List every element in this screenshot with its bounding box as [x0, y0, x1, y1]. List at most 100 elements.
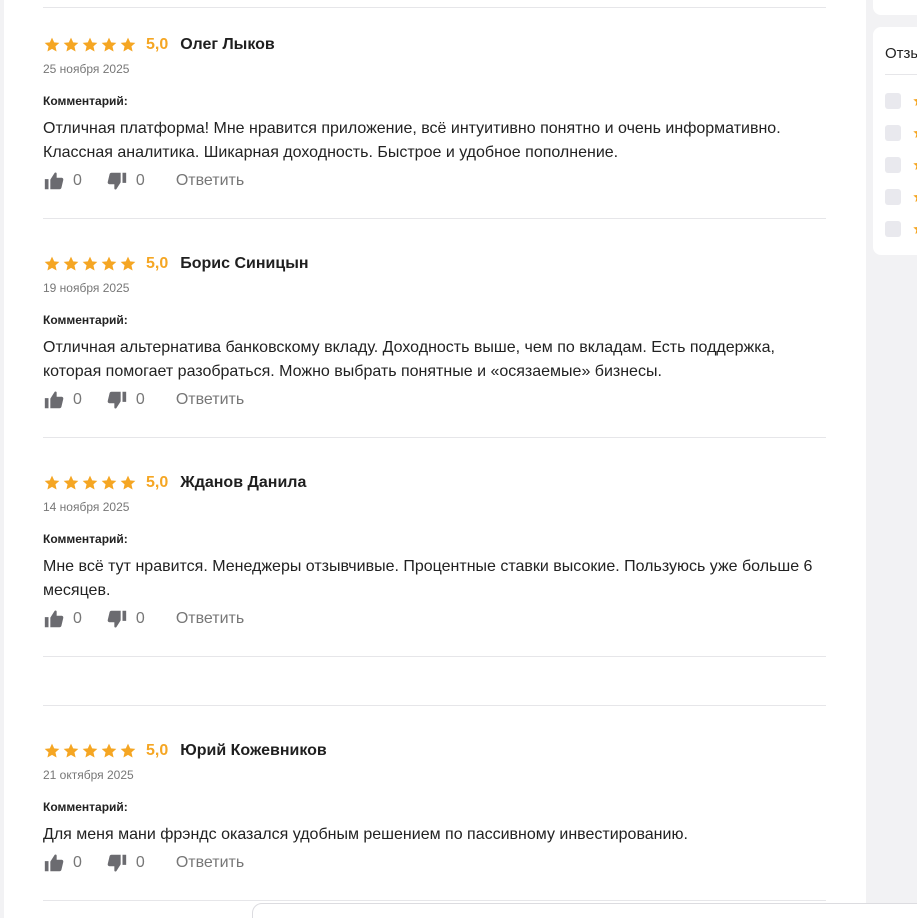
thumbs-down-icon [107, 391, 127, 409]
thumbs-up-icon [44, 391, 64, 409]
filter-row[interactable] [885, 157, 917, 173]
like-button[interactable]: 0 [43, 608, 82, 630]
dislike-count: 0 [135, 610, 145, 627]
star-icon [120, 743, 136, 758]
filter-row[interactable] [885, 93, 917, 109]
dislike-button[interactable]: 0 [106, 170, 145, 192]
reply-link[interactable]: Ответить [176, 854, 244, 872]
rating-filter-panel: Отзы [873, 27, 917, 255]
filter-checkbox[interactable] [885, 93, 901, 109]
dislike-count: 0 [135, 854, 145, 871]
reply-link[interactable]: Ответить [176, 391, 244, 409]
review-date: 14 ноября 2025 [43, 500, 130, 514]
comment-label: Комментарий: [43, 313, 128, 327]
dislike-button[interactable]: 0 [106, 389, 145, 411]
star-icon [44, 37, 60, 52]
thumbs-up-icon [44, 610, 64, 628]
star-icon [44, 743, 60, 758]
review-header: 5,0 Жданов Данила [43, 473, 306, 493]
star-icon [44, 256, 60, 271]
thumbs-up-icon [44, 854, 64, 872]
like-button[interactable]: 0 [43, 389, 82, 411]
star-rating [43, 36, 137, 54]
rating-value: 5,0 [146, 742, 169, 759]
filter-row[interactable] [885, 189, 917, 205]
star-rating [43, 742, 137, 760]
thumbs-up-icon [44, 172, 64, 190]
comment-text: Отличная платформа! Мне нравится приложе… [43, 120, 781, 161]
review-item: 5,0 Юрий Кожевников 21 октября 2025 Комм… [43, 706, 826, 900]
rating-value: 5,0 [146, 474, 169, 491]
star-icon [101, 743, 117, 758]
star-icon [44, 475, 60, 490]
comment-label: Комментарий: [43, 532, 128, 546]
star-rating [43, 474, 137, 492]
review-date: 25 ноября 2025 [43, 62, 130, 76]
review-item: 5,0 Олег Лыков 25 ноября 2025 Комментари… [43, 0, 826, 218]
rating-value: 5,0 [146, 255, 169, 272]
dislike-button[interactable]: 0 [106, 608, 145, 630]
review-item: 5,0 Борис Синицын 19 ноября 2025 Коммент… [43, 219, 826, 437]
star-icon [913, 194, 917, 203]
divider [885, 74, 917, 75]
star-icon [63, 37, 79, 52]
reviews-panel: 5,0 Олег Лыков 25 ноября 2025 Комментари… [4, 0, 866, 918]
dislike-count: 0 [135, 172, 145, 189]
review-actions: 0 0 Ответить [43, 389, 244, 411]
list-gap [43, 657, 826, 705]
star-icon [913, 162, 917, 171]
thumbs-down-icon [107, 172, 127, 190]
thumbs-down-icon [107, 854, 127, 872]
comment-text: Мне всё тут нравится. Менеджеры отзывчив… [43, 558, 813, 599]
filter-title: Отзы [885, 45, 917, 62]
like-count: 0 [73, 172, 82, 189]
star-icon [63, 475, 79, 490]
filter-checkbox[interactable] [885, 157, 901, 173]
star-icon [82, 256, 98, 271]
review-actions: 0 0 Ответить [43, 170, 244, 192]
bottom-popup-edge [252, 903, 917, 918]
star-rating [43, 255, 137, 273]
star-icon [120, 37, 136, 52]
rating-value: 5,0 [146, 36, 169, 53]
star-icon [913, 226, 917, 235]
star-icon [82, 743, 98, 758]
star-icon [120, 475, 136, 490]
review-author: Юрий Кожевников [180, 742, 327, 759]
dislike-button[interactable]: 0 [106, 852, 145, 874]
reply-link[interactable]: Ответить [176, 610, 244, 628]
review-actions: 0 0 Ответить [43, 608, 244, 630]
review-header: 5,0 Олег Лыков [43, 35, 275, 55]
review-date: 19 ноября 2025 [43, 281, 130, 295]
star-icon [120, 256, 136, 271]
comment-text: Отличная альтернатива банковскому вкладу… [43, 339, 775, 380]
like-count: 0 [73, 610, 82, 627]
star-icon [82, 475, 98, 490]
star-icon [63, 743, 79, 758]
comment-label: Комментарий: [43, 800, 128, 814]
filter-checkbox[interactable] [885, 189, 901, 205]
like-button[interactable]: 0 [43, 852, 82, 874]
star-icon [101, 37, 117, 52]
dislike-count: 0 [135, 391, 145, 408]
comment-text: Для меня мани фрэндс оказался удобным ре… [43, 826, 688, 843]
filter-checkbox[interactable] [885, 221, 901, 237]
star-icon [913, 130, 917, 139]
page: 5,0 Олег Лыков 25 ноября 2025 Комментари… [0, 0, 917, 918]
like-count: 0 [73, 391, 82, 408]
like-button[interactable]: 0 [43, 170, 82, 192]
filter-row[interactable] [885, 125, 917, 141]
filter-row[interactable] [885, 221, 917, 237]
star-icon [63, 256, 79, 271]
divider [43, 900, 826, 901]
review-header: 5,0 Юрий Кожевников [43, 741, 327, 761]
star-icon [101, 256, 117, 271]
reply-link[interactable]: Ответить [176, 172, 244, 190]
filter-checkbox[interactable] [885, 125, 901, 141]
review-author: Борис Синицын [180, 255, 309, 272]
star-icon [913, 98, 917, 107]
reviews-list: 5,0 Олег Лыков 25 ноября 2025 Комментари… [43, 0, 826, 901]
review-header: 5,0 Борис Синицын [43, 254, 309, 274]
review-date: 21 октября 2025 [43, 768, 134, 782]
review-item: 5,0 Жданов Данила 14 ноября 2025 Коммент… [43, 438, 826, 656]
